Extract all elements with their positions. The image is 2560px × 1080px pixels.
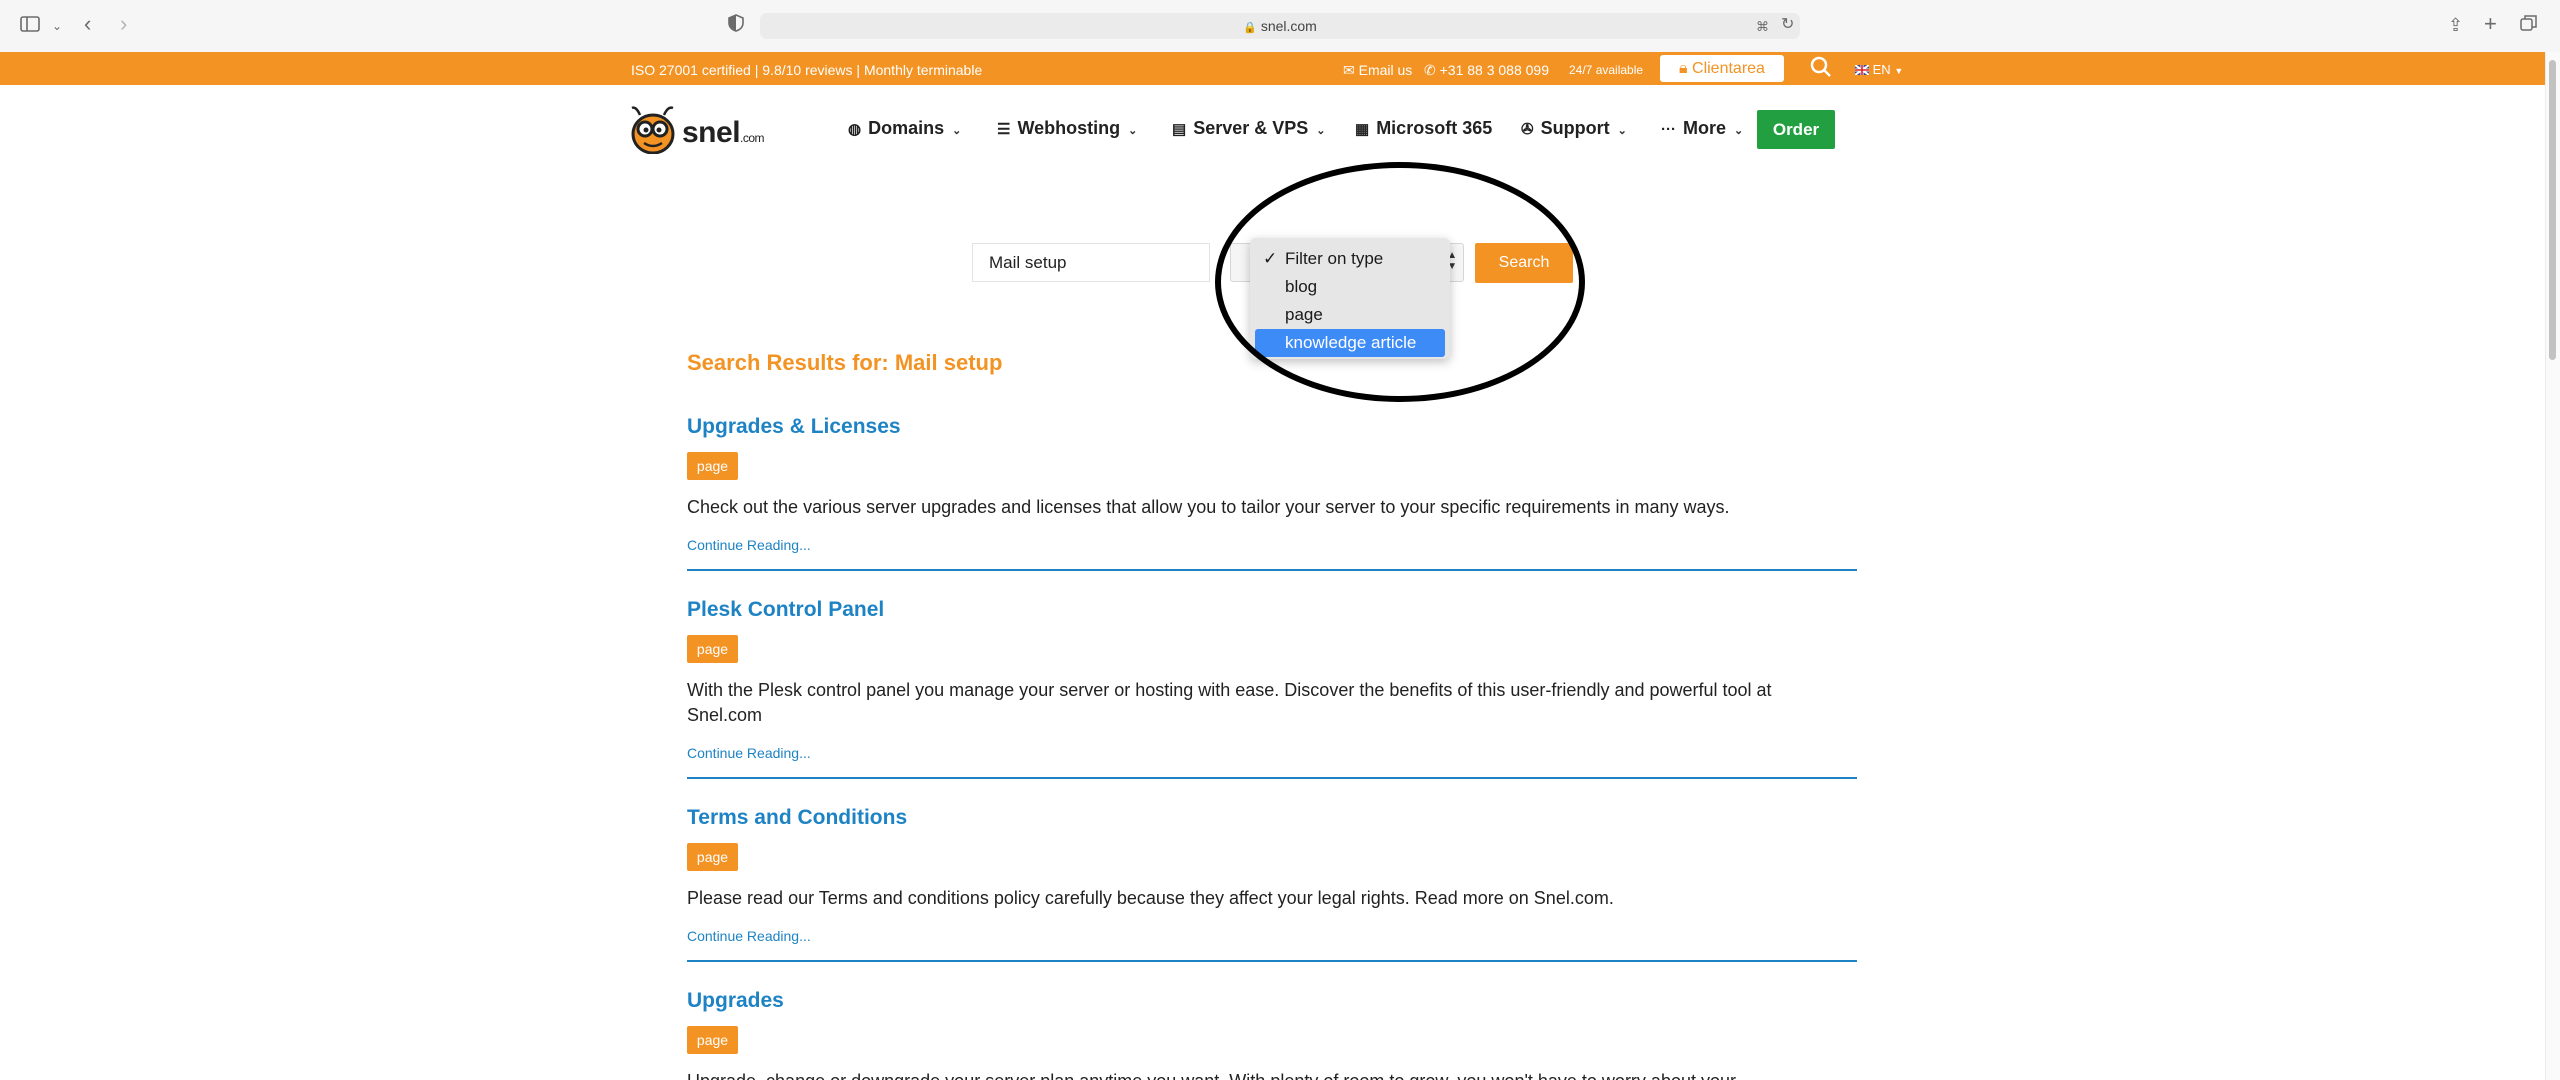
nav-domains[interactable]: ◍ Domains ⌄	[848, 118, 961, 139]
windows-icon: ▦	[1355, 121, 1370, 138]
envelope-icon: ✉	[1343, 62, 1355, 78]
type-badge: page	[687, 635, 738, 663]
nav-label: Server & VPS	[1193, 118, 1309, 138]
availability-text: 24/7 available	[1569, 63, 1644, 77]
database-icon: ☰	[997, 121, 1011, 138]
continue-reading-link[interactable]: Continue Reading...	[687, 537, 811, 553]
back-icon[interactable]: ‹	[84, 13, 91, 35]
lock-icon: 🔒︎	[1679, 60, 1688, 77]
highlight-circle-annotation	[1215, 162, 1585, 402]
email-link[interactable]: ✉ Email us	[1343, 52, 1412, 88]
results-heading: Search Results for: Mail setup	[687, 350, 1003, 375]
result-title-link[interactable]: Terms and Conditions	[687, 806, 907, 830]
chevron-down-icon: ⌄	[952, 125, 962, 137]
caret-down-icon: ▼	[1894, 66, 1904, 76]
phone-number: +31 88 3 088 099	[1439, 62, 1550, 78]
chevron-down-icon[interactable]: ⌄	[52, 15, 62, 37]
trust-info: ISO 27001 certified | 9.8/10 reviews | M…	[631, 62, 983, 78]
chevron-down-icon: ⌄	[1734, 125, 1744, 137]
language-label: EN	[1872, 62, 1891, 77]
email-label: Email us	[1358, 62, 1413, 78]
globe-icon: ◍	[848, 121, 862, 138]
logo-wordmark: snel.com	[682, 116, 765, 149]
continue-reading-link[interactable]: Continue Reading...	[687, 745, 811, 761]
type-badge: page	[687, 452, 738, 480]
lock-icon: 🔒	[1243, 22, 1257, 34]
nav-label: Webhosting	[1017, 118, 1121, 138]
phone-icon: ✆	[1424, 62, 1436, 78]
top-info-bar: ISO 27001 certified | 9.8/10 reviews | M…	[0, 52, 2545, 85]
nav-label: Domains	[868, 118, 945, 138]
nav-label: Support	[1540, 118, 1610, 138]
nav-webhosting[interactable]: ☰ Webhosting ⌄	[997, 118, 1137, 139]
browser-toolbar: ⌄ ‹ › 🔒 snel.com ⌘ ↻ ⇪ +	[0, 0, 2560, 53]
type-badge: page	[687, 843, 738, 871]
clientarea-label: Clientarea	[1692, 60, 1765, 77]
new-tab-icon[interactable]: +	[2484, 13, 2497, 35]
clientarea-button[interactable]: 🔒︎ Clientarea	[1660, 55, 1784, 82]
lifebuoy-icon: ✇	[1521, 121, 1534, 138]
share-icon[interactable]: ⇪	[2448, 14, 2463, 36]
nav-label: Microsoft 365	[1376, 118, 1493, 138]
result-divider	[687, 960, 1857, 962]
order-button[interactable]: Order	[1757, 110, 1835, 149]
translate-icon[interactable]: ⌘	[1756, 16, 1769, 38]
sidebar-toggle-icon[interactable]	[20, 14, 40, 36]
address-bar[interactable]: 🔒 snel.com	[760, 13, 1800, 39]
nav-label: More	[1683, 118, 1727, 138]
phone-link[interactable]: ✆ +31 88 3 088 099	[1424, 52, 1549, 88]
result-divider	[687, 569, 1857, 571]
uk-flag-icon	[1855, 65, 1869, 75]
nav-microsoft-365[interactable]: ▦ Microsoft 365	[1355, 118, 1492, 139]
bee-logo-icon	[631, 106, 675, 154]
type-badge: page	[687, 1026, 738, 1054]
result-description: Upgrade, change or downgrade your server…	[687, 1069, 1817, 1080]
server-icon: ▤	[1172, 121, 1187, 138]
result-title-link[interactable]: Upgrades & Licenses	[687, 415, 901, 439]
tab-overview-icon[interactable]	[2520, 14, 2538, 36]
scrollbar-thumb[interactable]	[2549, 60, 2556, 360]
chevron-down-icon: ⌄	[1316, 125, 1326, 137]
search-icon[interactable]	[1810, 55, 1832, 91]
chevron-down-icon: ⌄	[1128, 125, 1138, 137]
privacy-shield-icon[interactable]	[728, 14, 744, 36]
nav-more[interactable]: ··· More ⌄	[1661, 118, 1743, 139]
result-description: With the Plesk control panel you manage …	[687, 680, 1772, 725]
nav-support[interactable]: ✇ Support ⌄	[1521, 118, 1627, 139]
address-text: snel.com	[1260, 18, 1317, 34]
continue-reading-link[interactable]: Continue Reading...	[687, 928, 811, 944]
result-divider	[687, 777, 1857, 779]
ellipsis-icon: ···	[1661, 121, 1676, 138]
nav-server-vps[interactable]: ▤ Server & VPS ⌄	[1172, 118, 1325, 139]
reload-icon[interactable]: ↻	[1781, 14, 1794, 36]
language-selector[interactable]: EN ▼	[1855, 52, 1903, 89]
search-input[interactable]: Mail setup	[972, 243, 1210, 282]
forward-icon[interactable]: ›	[120, 13, 127, 35]
result-description: Please read our Terms and conditions pol…	[687, 888, 1614, 908]
result-title-link[interactable]: Plesk Control Panel	[687, 598, 884, 622]
result-title-link[interactable]: Upgrades	[687, 989, 784, 1013]
result-description: Check out the various server upgrades an…	[687, 497, 1730, 517]
chevron-down-icon: ⌄	[1617, 125, 1627, 137]
